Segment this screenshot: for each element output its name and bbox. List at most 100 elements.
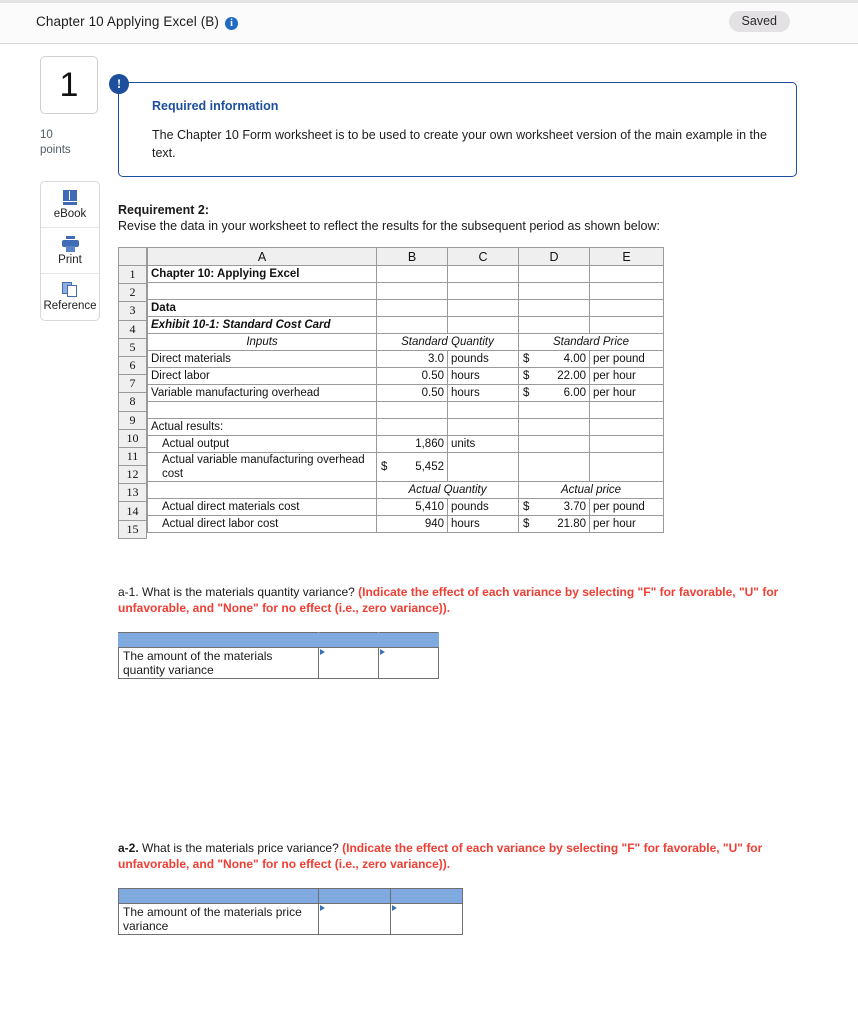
reference-button[interactable]: Reference <box>41 274 99 320</box>
cell-e6[interactable]: per pound <box>589 350 664 368</box>
cell-b3[interactable] <box>376 299 448 317</box>
cell-d4[interactable] <box>518 316 590 334</box>
cell-bc5[interactable]: Standard Quantity <box>376 333 519 351</box>
cell-e9[interactable] <box>589 401 664 419</box>
cell-b11[interactable]: 1,860 <box>376 435 448 453</box>
row-number: 5 <box>118 338 147 357</box>
cell-a1[interactable]: Chapter 10: Applying Excel <box>147 265 377 283</box>
cell-e15[interactable]: per hour <box>589 515 664 533</box>
cell-c14[interactable]: pounds <box>447 498 519 516</box>
cell-de5[interactable]: Standard Price <box>518 333 664 351</box>
cell-a5[interactable]: Inputs <box>147 333 377 351</box>
row-number: 11 <box>118 447 147 467</box>
info-icon[interactable]: i <box>225 17 238 30</box>
col-header-d[interactable]: D <box>518 247 590 266</box>
col-header-b[interactable]: B <box>376 247 448 266</box>
cell-c12[interactable] <box>447 452 519 482</box>
ebook-button[interactable]: eBook <box>41 182 99 228</box>
cell-a8[interactable]: Variable manufacturing overhead <box>147 384 377 402</box>
cell-a12[interactable]: Actual variable manufacturing overhead c… <box>147 452 377 482</box>
cell-d12[interactable] <box>518 452 590 482</box>
cell-d9[interactable] <box>518 401 590 419</box>
cell-b15[interactable]: 940 <box>376 515 448 533</box>
answer-value-input[interactable] <box>318 903 391 935</box>
question-a1-lead: a-1. <box>118 585 139 599</box>
required-information-body: The Chapter 10 Form worksheet is to be u… <box>152 128 767 160</box>
cell-d6[interactable]: 4.00 <box>518 350 590 368</box>
question-a2-lead: a-2. <box>118 841 139 855</box>
answer-header-cell-1 <box>118 888 319 904</box>
cell-a10[interactable]: Actual results: <box>147 418 377 436</box>
cell-d10[interactable] <box>518 418 590 436</box>
cell-b6[interactable]: 3.0 <box>376 350 448 368</box>
reference-label: Reference <box>43 300 97 312</box>
cell-a11[interactable]: Actual output <box>147 435 377 453</box>
print-button[interactable]: Print <box>41 228 99 274</box>
cell-e12[interactable] <box>589 452 664 482</box>
cell-a4[interactable]: Exhibit 10-1: Standard Cost Card <box>147 316 377 334</box>
cell-e8[interactable]: per hour <box>589 384 664 402</box>
cell-e14[interactable]: per pound <box>589 498 664 516</box>
cell-c1[interactable] <box>447 265 519 283</box>
cell-bc13[interactable]: Actual Quantity <box>376 481 519 499</box>
cell-a2[interactable] <box>147 282 377 300</box>
col-header-a[interactable]: A <box>147 247 377 266</box>
cell-e3[interactable] <box>589 299 664 317</box>
sheet-row: Inputs Standard Quantity Standard Price <box>147 333 664 351</box>
cell-b14[interactable]: 5,410 <box>376 498 448 516</box>
cell-c4[interactable] <box>447 316 519 334</box>
cell-c2[interactable] <box>447 282 519 300</box>
cell-e2[interactable] <box>589 282 664 300</box>
cell-c3[interactable] <box>447 299 519 317</box>
row-number: 15 <box>118 520 147 539</box>
cell-c9[interactable] <box>447 401 519 419</box>
cell-a13[interactable] <box>147 481 377 499</box>
required-information-title: Required information <box>152 99 279 113</box>
sheet-row: Actual direct labor cost 940 hours 21.80… <box>147 515 664 533</box>
cell-b10[interactable] <box>376 418 448 436</box>
cell-d2[interactable] <box>518 282 590 300</box>
cell-a6[interactable]: Direct materials <box>147 350 377 368</box>
answer-row: The amount of the materials quantity var… <box>118 647 439 679</box>
col-header-c[interactable]: C <box>447 247 519 266</box>
cell-c6[interactable]: pounds <box>447 350 519 368</box>
cell-b1[interactable] <box>376 265 448 283</box>
cell-b8[interactable]: 0.50 <box>376 384 448 402</box>
cell-d15[interactable]: 21.80 <box>518 515 590 533</box>
sheet-row: Exhibit 10-1: Standard Cost Card <box>147 316 664 334</box>
cell-c11[interactable]: units <box>447 435 519 453</box>
cell-b7[interactable]: 0.50 <box>376 367 448 385</box>
cell-b2[interactable] <box>376 282 448 300</box>
cell-a14[interactable]: Actual direct materials cost <box>147 498 377 516</box>
cell-b12[interactable]: 5,452 <box>376 452 448 482</box>
cell-c10[interactable] <box>447 418 519 436</box>
cell-a7[interactable]: Direct labor <box>147 367 377 385</box>
answer-effect-input[interactable] <box>390 903 463 935</box>
answer-effect-input[interactable] <box>378 647 439 679</box>
cell-e7[interactable]: per hour <box>589 367 664 385</box>
cell-a3[interactable]: Data <box>147 299 377 317</box>
cell-c15[interactable]: hours <box>447 515 519 533</box>
cell-c7[interactable]: hours <box>447 367 519 385</box>
cell-d1[interactable] <box>518 265 590 283</box>
cell-e11[interactable] <box>589 435 664 453</box>
row-number: 12 <box>118 466 147 485</box>
cell-d3[interactable] <box>518 299 590 317</box>
cell-a15[interactable]: Actual direct labor cost <box>147 515 377 533</box>
cell-b9[interactable] <box>376 401 448 419</box>
cell-d8[interactable]: 6.00 <box>518 384 590 402</box>
copy-icon <box>61 282 79 298</box>
cell-b4[interactable] <box>376 316 448 334</box>
cell-a9[interactable] <box>147 401 377 419</box>
cell-d14[interactable]: 3.70 <box>518 498 590 516</box>
cell-de13[interactable]: Actual price <box>518 481 664 499</box>
cell-d7[interactable]: 22.00 <box>518 367 590 385</box>
cell-e1[interactable] <box>589 265 664 283</box>
col-header-e[interactable]: E <box>589 247 664 266</box>
cell-e10[interactable] <box>589 418 664 436</box>
cell-e4[interactable] <box>589 316 664 334</box>
answer-value-input[interactable] <box>318 647 379 679</box>
sheet-row: Actual output 1,860 units <box>147 435 664 453</box>
cell-d11[interactable] <box>518 435 590 453</box>
cell-c8[interactable]: hours <box>447 384 519 402</box>
